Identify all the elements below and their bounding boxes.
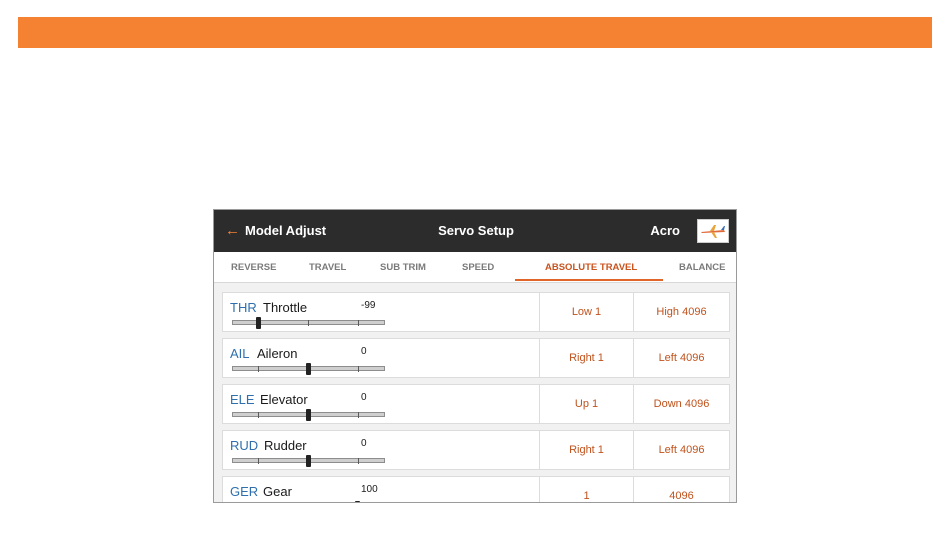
channel-name: Rudder	[264, 438, 307, 453]
channel-code: RUD	[230, 438, 259, 453]
slider-tick	[358, 412, 359, 418]
high-travel-value[interactable]: Down 4096	[633, 385, 729, 423]
model-name: Acro	[650, 223, 680, 238]
channel-code: AIL	[230, 346, 250, 361]
slider-tick	[358, 320, 359, 326]
tab-speed[interactable]: SPEED	[462, 262, 494, 273]
tab-sub-trim[interactable]: SUB TRIM	[380, 262, 426, 273]
slider-thumb[interactable]	[306, 409, 311, 421]
airplane-model-icon[interactable]	[697, 219, 729, 243]
channel-row-thr[interactable]: THR Throttle -99 Low 1 High 4096	[222, 292, 730, 332]
channel-name: Throttle	[263, 300, 308, 315]
slider-tick	[258, 412, 259, 418]
high-travel-value[interactable]: High 4096	[633, 293, 729, 331]
channel-name: Elevator	[260, 392, 308, 407]
low-travel-value[interactable]: Low 1	[539, 293, 633, 331]
slider-thumb[interactable]	[306, 455, 311, 467]
channel-row-ail[interactable]: AIL Aileron 0 Right 1 Left 4096	[222, 338, 730, 378]
channel-name: Aileron	[257, 346, 298, 361]
low-travel-value[interactable]: Right 1	[539, 431, 633, 469]
channel-row-ger[interactable]: GER Gear 100 1 4096	[222, 476, 730, 502]
low-travel-value[interactable]: 1	[539, 477, 633, 502]
transmitter-screen: ← Model Adjust Servo Setup Acro REVERSE …	[213, 209, 737, 503]
top-bar: ← Model Adjust Servo Setup Acro	[214, 210, 736, 252]
slider-thumb[interactable]	[306, 363, 311, 375]
low-travel-value[interactable]: Right 1	[539, 339, 633, 377]
slider-tick	[258, 366, 259, 372]
tab-balance[interactable]: BALANCE	[679, 262, 725, 273]
tab-reverse[interactable]: REVERSE	[231, 262, 276, 273]
page: ← Model Adjust Servo Setup Acro REVERSE …	[0, 0, 950, 534]
high-travel-value[interactable]: Left 4096	[633, 339, 729, 377]
high-travel-value[interactable]: Left 4096	[633, 431, 729, 469]
tab-travel[interactable]: TRAVEL	[309, 262, 346, 273]
channel-name: Gear	[263, 484, 292, 499]
tab-absolute-travel[interactable]: ABSOLUTE TRAVEL	[545, 262, 637, 273]
channel-code: GER	[230, 484, 259, 499]
channel-value: 0	[361, 346, 367, 357]
channel-value: 0	[361, 392, 367, 403]
servo-position-slider[interactable]	[232, 409, 385, 421]
active-tab-indicator	[515, 279, 663, 281]
servo-position-slider[interactable]	[232, 317, 385, 329]
channel-value: 100	[361, 484, 378, 495]
slider-thumb[interactable]	[256, 317, 261, 329]
high-travel-value[interactable]: 4096	[633, 477, 729, 502]
orange-header-bar	[18, 17, 932, 48]
slider-tick	[358, 458, 359, 464]
slider-tick	[358, 366, 359, 372]
channel-code: THR	[230, 300, 257, 315]
channel-value: -99	[361, 300, 376, 311]
low-travel-value[interactable]: Up 1	[539, 385, 633, 423]
tab-bar: REVERSE TRAVEL SUB TRIM SPEED ABSOLUTE T…	[214, 252, 736, 283]
channel-row-ele[interactable]: ELE Elevator 0 Up 1 Down 4096	[222, 384, 730, 424]
slider-thumb[interactable]	[355, 501, 360, 502]
channel-row-rud[interactable]: RUD Rudder 0 Right 1 Left 4096	[222, 430, 730, 470]
channel-code: ELE	[230, 392, 255, 407]
slider-tick	[308, 320, 309, 326]
channel-value: 0	[361, 438, 367, 449]
servo-position-slider[interactable]	[232, 455, 385, 467]
servo-position-slider[interactable]	[232, 363, 385, 375]
slider-tick	[258, 458, 259, 464]
